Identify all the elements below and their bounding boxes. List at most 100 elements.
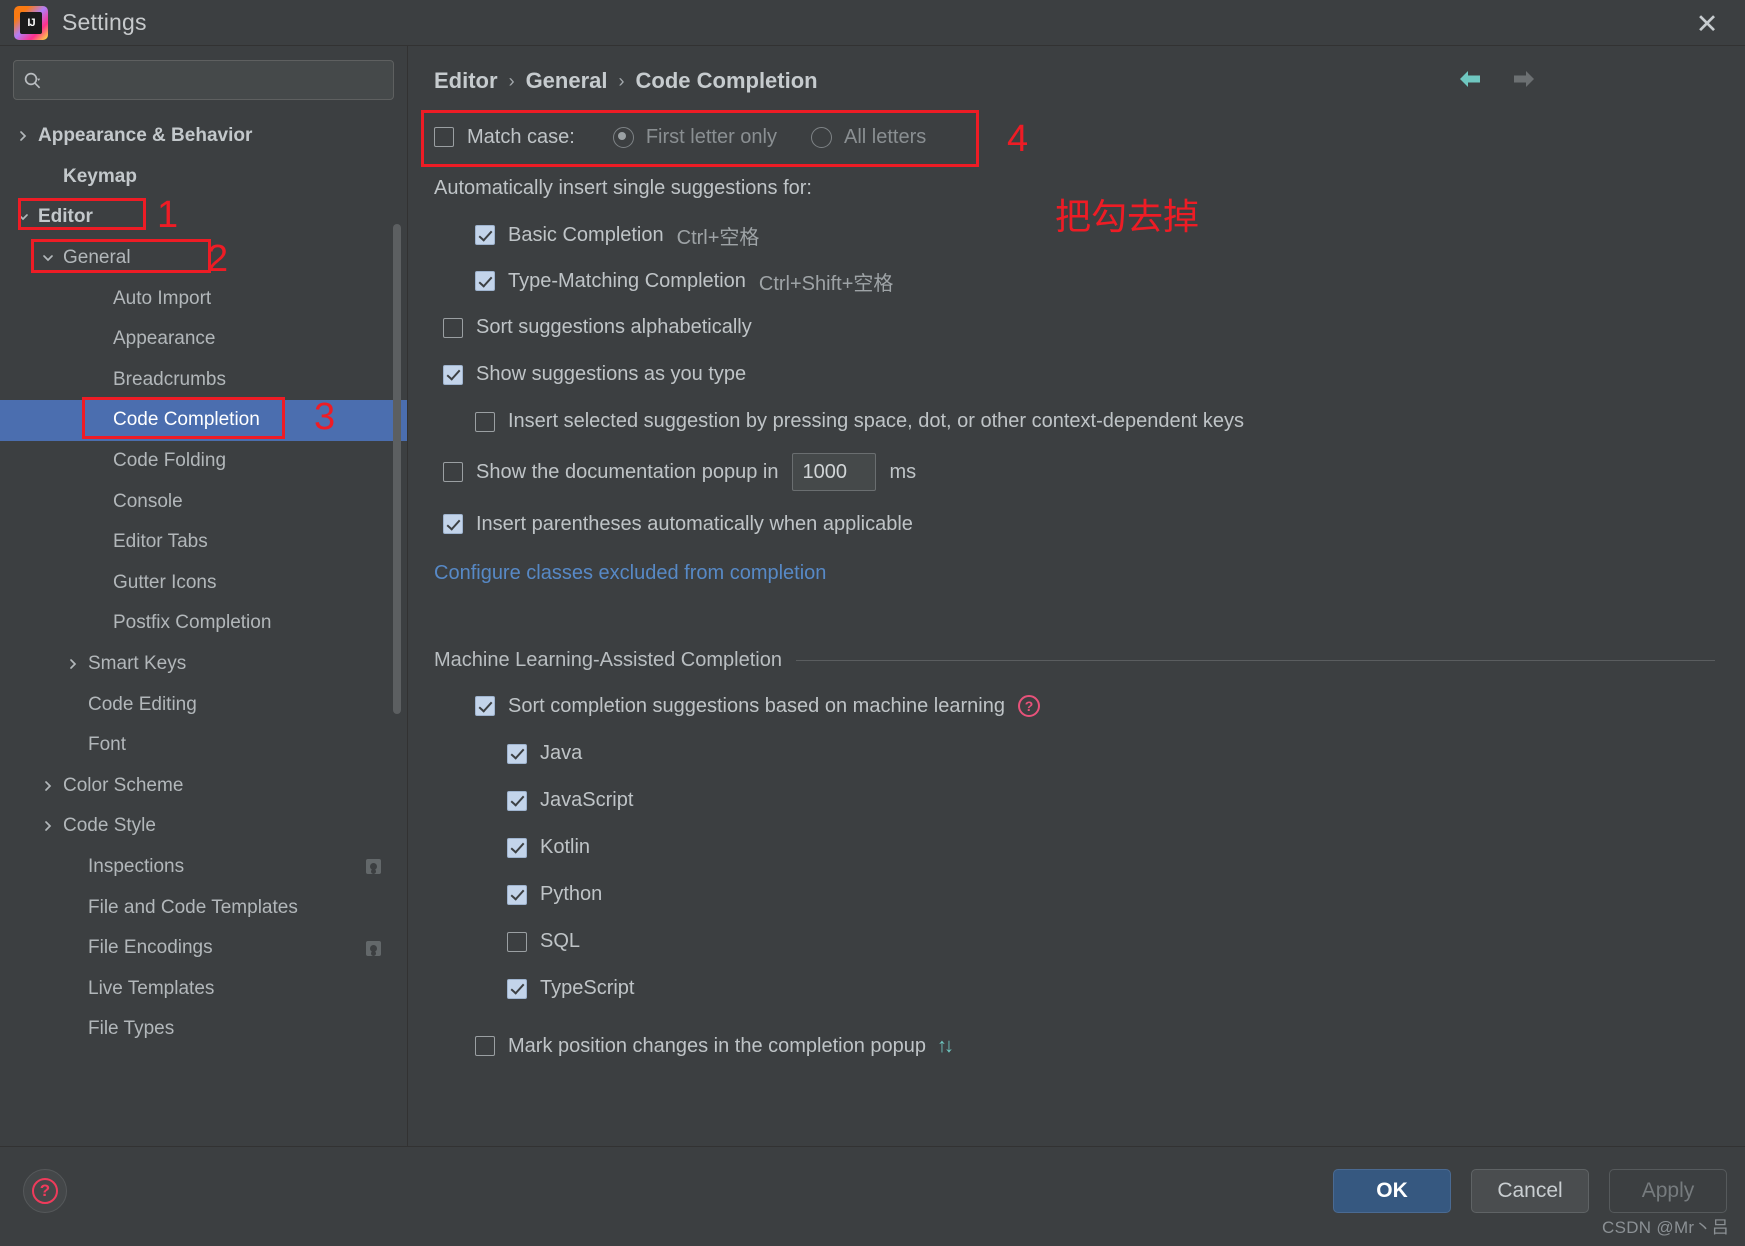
sidebar-item-appearance-behavior[interactable]: Appearance & Behavior xyxy=(0,116,407,157)
sidebar-item-label: Appearance xyxy=(113,328,216,350)
ml-sort-label: Sort completion suggestions based on mac… xyxy=(508,694,1005,717)
title-bar: Settings ✕ xyxy=(0,0,1745,46)
match-case-row: Match case: First letter only All letter… xyxy=(434,110,1737,164)
type-matching-completion-checkbox[interactable] xyxy=(475,271,495,291)
help-button[interactable]: ? xyxy=(23,1169,67,1213)
search-input[interactable] xyxy=(50,71,384,89)
window-title: Settings xyxy=(62,9,147,35)
close-icon[interactable]: ✕ xyxy=(1685,4,1729,44)
ml-language-row: Java xyxy=(434,730,1737,777)
sidebar-item-label: Editor xyxy=(38,206,93,228)
mark-position-checkbox[interactable] xyxy=(475,1036,495,1056)
breadcrumb-general[interactable]: General xyxy=(526,68,608,94)
sidebar-item-smart-keys[interactable]: Smart Keys xyxy=(0,644,407,685)
chevron-right-icon[interactable] xyxy=(39,818,56,835)
sidebar-item-editor-tabs[interactable]: Editor Tabs xyxy=(0,522,407,563)
sidebar-item-label: Code Completion xyxy=(113,409,260,431)
sidebar-item-live-templates[interactable]: Live Templates xyxy=(0,968,407,1009)
forward-arrow-icon[interactable] xyxy=(1511,68,1537,90)
sidebar-item-general[interactable]: General xyxy=(0,238,407,279)
sidebar-item-keymap[interactable]: Keymap xyxy=(0,157,407,198)
search-box[interactable] xyxy=(13,60,394,100)
breadcrumb: Editor › General › Code Completion xyxy=(434,68,818,94)
show-suggestions-label: Show suggestions as you type xyxy=(476,363,747,385)
settings-dialog: Settings ✕ Appearance & Behavior Keymap Ed… xyxy=(0,0,1745,1246)
ml-sort-checkbox[interactable] xyxy=(475,696,495,716)
cancel-button[interactable]: Cancel xyxy=(1471,1169,1589,1213)
footer-buttons: OK Cancel Apply xyxy=(1333,1169,1727,1213)
doc-popup-delay-input[interactable]: 1000 xyxy=(792,453,877,491)
all-letters-radio[interactable] xyxy=(810,126,832,148)
sidebar-item-label: Live Templates xyxy=(88,977,215,999)
ml-language-row: JavaScript xyxy=(434,777,1737,824)
sidebar-item-color-scheme[interactable]: Color Scheme xyxy=(0,766,407,807)
sort-alphabetically-checkbox[interactable] xyxy=(443,317,463,338)
basic-completion-checkbox[interactable] xyxy=(475,225,495,245)
sidebar-item-label: Inspections xyxy=(88,855,185,877)
ml-language-checkbox-typescript[interactable] xyxy=(507,978,527,999)
sidebar-item-label: Console xyxy=(113,490,183,512)
mark-position-row: Mark position changes in the completion … xyxy=(434,1022,1737,1070)
sidebar-item-file-types[interactable]: File Types xyxy=(0,1009,407,1050)
sidebar-item-label: General xyxy=(63,247,131,269)
sidebar-item-label: Code Editing xyxy=(88,693,197,715)
sidebar-item-postfix-completion[interactable]: Postfix Completion xyxy=(0,603,407,644)
sidebar-item-editor[interactable]: Editor xyxy=(0,197,407,238)
sidebar-item-label: Postfix Completion xyxy=(113,612,272,634)
ml-language-checkbox-sql[interactable] xyxy=(507,931,527,952)
sidebar-item-breadcrumbs[interactable]: Breadcrumbs xyxy=(0,360,407,401)
sidebar-item-auto-import[interactable]: Auto Import xyxy=(0,278,407,319)
sidebar-item-file-encodings[interactable]: File Encodings xyxy=(0,928,407,969)
doc-popup-label: Show the documentation popup in xyxy=(476,460,779,483)
ml-language-label: Python xyxy=(540,883,603,905)
chevron-right-icon[interactable] xyxy=(64,656,81,673)
sidebar-scrollbar-track[interactable] xyxy=(393,106,404,1142)
show-suggestions-checkbox[interactable] xyxy=(443,364,463,385)
sidebar-item-file-and-code-templates[interactable]: File and Code Templates xyxy=(0,887,407,928)
sidebar-item-label: Breadcrumbs xyxy=(113,368,226,390)
ml-language-checkbox-java[interactable] xyxy=(507,743,527,764)
sidebar-item-console[interactable]: Console xyxy=(0,481,407,522)
help-circle-icon[interactable]: ? xyxy=(1017,695,1040,717)
sidebar-item-label: File and Code Templates xyxy=(88,896,298,918)
user-profile-icon xyxy=(366,940,381,956)
insert-selected-checkbox[interactable] xyxy=(475,411,495,432)
insert-parens-checkbox[interactable] xyxy=(443,514,463,534)
ml-section-header: Machine Learning-Assisted Completion xyxy=(434,649,1737,672)
ml-language-label: SQL xyxy=(540,930,581,952)
chevron-down-icon[interactable] xyxy=(39,250,56,267)
sidebar-item-code-style[interactable]: Code Style xyxy=(0,806,407,847)
type-matching-completion-label: Type-Matching Completion xyxy=(508,269,746,292)
configure-link-row: Configure classes excluded from completi… xyxy=(434,549,1737,597)
ml-language-label: Kotlin xyxy=(540,836,591,858)
chevron-right-icon[interactable] xyxy=(39,777,56,794)
basic-completion-shortcut: Ctrl+空格 xyxy=(676,226,760,249)
mark-position-label: Mark position changes in the completion … xyxy=(508,1034,927,1057)
ml-language-checkbox-javascript[interactable] xyxy=(507,790,527,811)
configure-excluded-classes-link[interactable]: Configure classes excluded from completi… xyxy=(434,562,826,585)
doc-popup-checkbox[interactable] xyxy=(443,462,463,482)
ml-language-checkbox-python[interactable] xyxy=(507,884,527,905)
doc-popup-row: Show the documentation popup in 1000 ms xyxy=(434,445,1737,499)
breadcrumb-editor[interactable]: Editor xyxy=(434,68,498,94)
match-case-checkbox[interactable] xyxy=(434,127,454,147)
sidebar-scrollbar-thumb[interactable] xyxy=(393,224,401,714)
insert-parens-label: Insert parentheses automatically when ap… xyxy=(476,512,913,535)
ml-language-checkbox-kotlin[interactable] xyxy=(507,837,527,858)
chevron-right-icon[interactable] xyxy=(14,128,31,145)
sidebar-item-font[interactable]: Font xyxy=(0,725,407,766)
sidebar-item-code-folding[interactable]: Code Folding xyxy=(0,441,407,482)
sidebar-item-code-editing[interactable]: Code Editing xyxy=(0,684,407,725)
first-letter-only-radio[interactable] xyxy=(612,126,634,148)
ok-button[interactable]: OK xyxy=(1333,1169,1451,1213)
sidebar-item-label: Appearance & Behavior xyxy=(38,125,253,147)
sidebar-item-gutter-icons[interactable]: Gutter Icons xyxy=(0,563,407,604)
ml-language-row: Kotlin xyxy=(434,824,1737,871)
chevron-down-icon[interactable] xyxy=(14,209,31,226)
back-arrow-icon[interactable] xyxy=(1457,68,1483,90)
sidebar-item-inspections[interactable]: Inspections xyxy=(0,847,407,888)
auto-insert-header-row: Automatically insert single suggestions … xyxy=(434,164,1737,212)
sidebar-item-code-completion[interactable]: Code Completion xyxy=(0,400,407,441)
sidebar-item-label: Editor Tabs xyxy=(113,531,208,553)
sidebar-item-appearance[interactable]: Appearance xyxy=(0,319,407,360)
